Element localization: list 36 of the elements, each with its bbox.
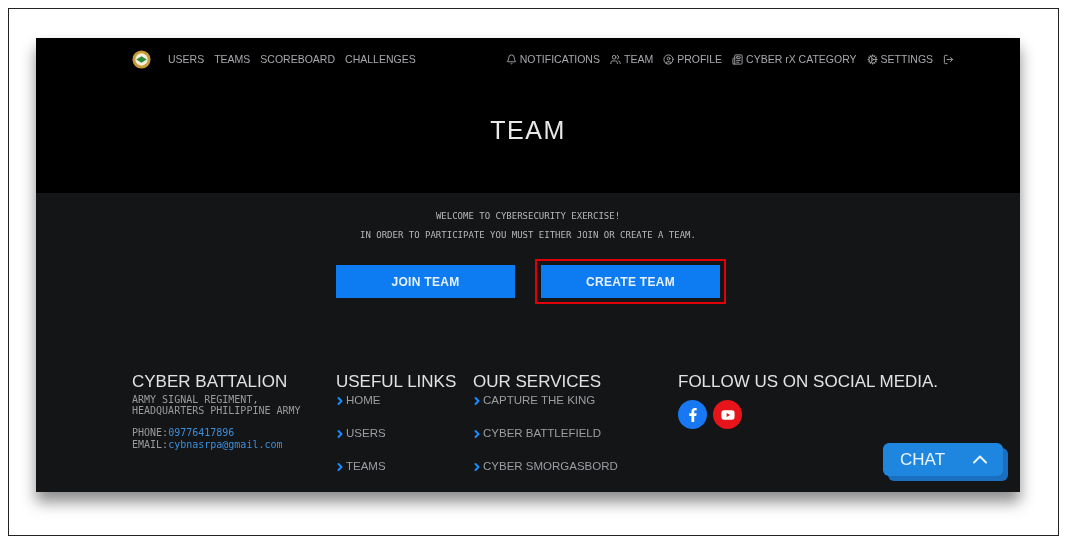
list-icon [732,53,744,65]
users-icon [609,53,621,65]
nav-link[interactable]: CYBER rX CATEGORY [732,53,857,65]
nav-link[interactable]: SCOREBOARD [260,53,336,65]
nav-link[interactable]: PROFILE [663,53,723,65]
footer-heading: CYBER BATTALION [132,372,289,392]
create-team-button[interactable]: CREATE TEAM [541,265,720,298]
nav-link[interactable]: TEAMS [214,53,251,65]
footer-link[interactable]: CYBER BATTLEFIELD [473,427,678,460]
footer-link[interactable]: HOME [336,394,473,427]
chevron-up-icon [973,455,987,464]
profile-icon [663,53,675,65]
nav-link[interactable]: USERS [168,53,205,65]
facebook-icon[interactable] [678,400,707,429]
footer-heading: USEFUL LINKS [336,372,458,392]
footer-link[interactable]: CYBER SMORGASBORD [473,460,678,492]
email-text: EMAIL:cybnasrpa@gmail.com [132,439,284,451]
footer-heading: OUR SERVICES [473,372,603,392]
phone-text: PHONE:09776417896 [132,427,236,439]
nav-link[interactable]: TEAM [609,53,654,65]
footer-heading: FOLLOW US ON SOCIAL MEDIA. [678,372,938,392]
footer-link[interactable]: CAPTURE THE KING [473,394,678,427]
page-title: TEAM [489,116,567,145]
join-team-button[interactable]: JOIN TEAM [336,265,515,298]
nav-link[interactable]: CHALLENGES [345,53,416,65]
logout-icon[interactable] [943,53,955,65]
logo-icon[interactable] [132,49,151,69]
address-text: ARMY SIGNAL REGIMENT, HEADQUARTERS PHILIPPINE ARMY [132,394,302,416]
footer-link[interactable]: TEAMS [336,460,473,492]
welcome-message: IN ORDER TO PARTICIPATE YOU MUST EITHER JOIN OR CREATE A TEAM. [360,230,696,240]
youtube-icon[interactable] [713,400,742,429]
nav-link[interactable]: SETTINGS [866,53,934,65]
footer-link[interactable]: USERS [336,427,473,460]
welcome-message: WELCOME TO CYBERSECURITY EXERCISE! [435,211,621,221]
bell-icon [505,53,517,65]
nav-link[interactable]: NOTIFICATIONS [505,53,600,65]
